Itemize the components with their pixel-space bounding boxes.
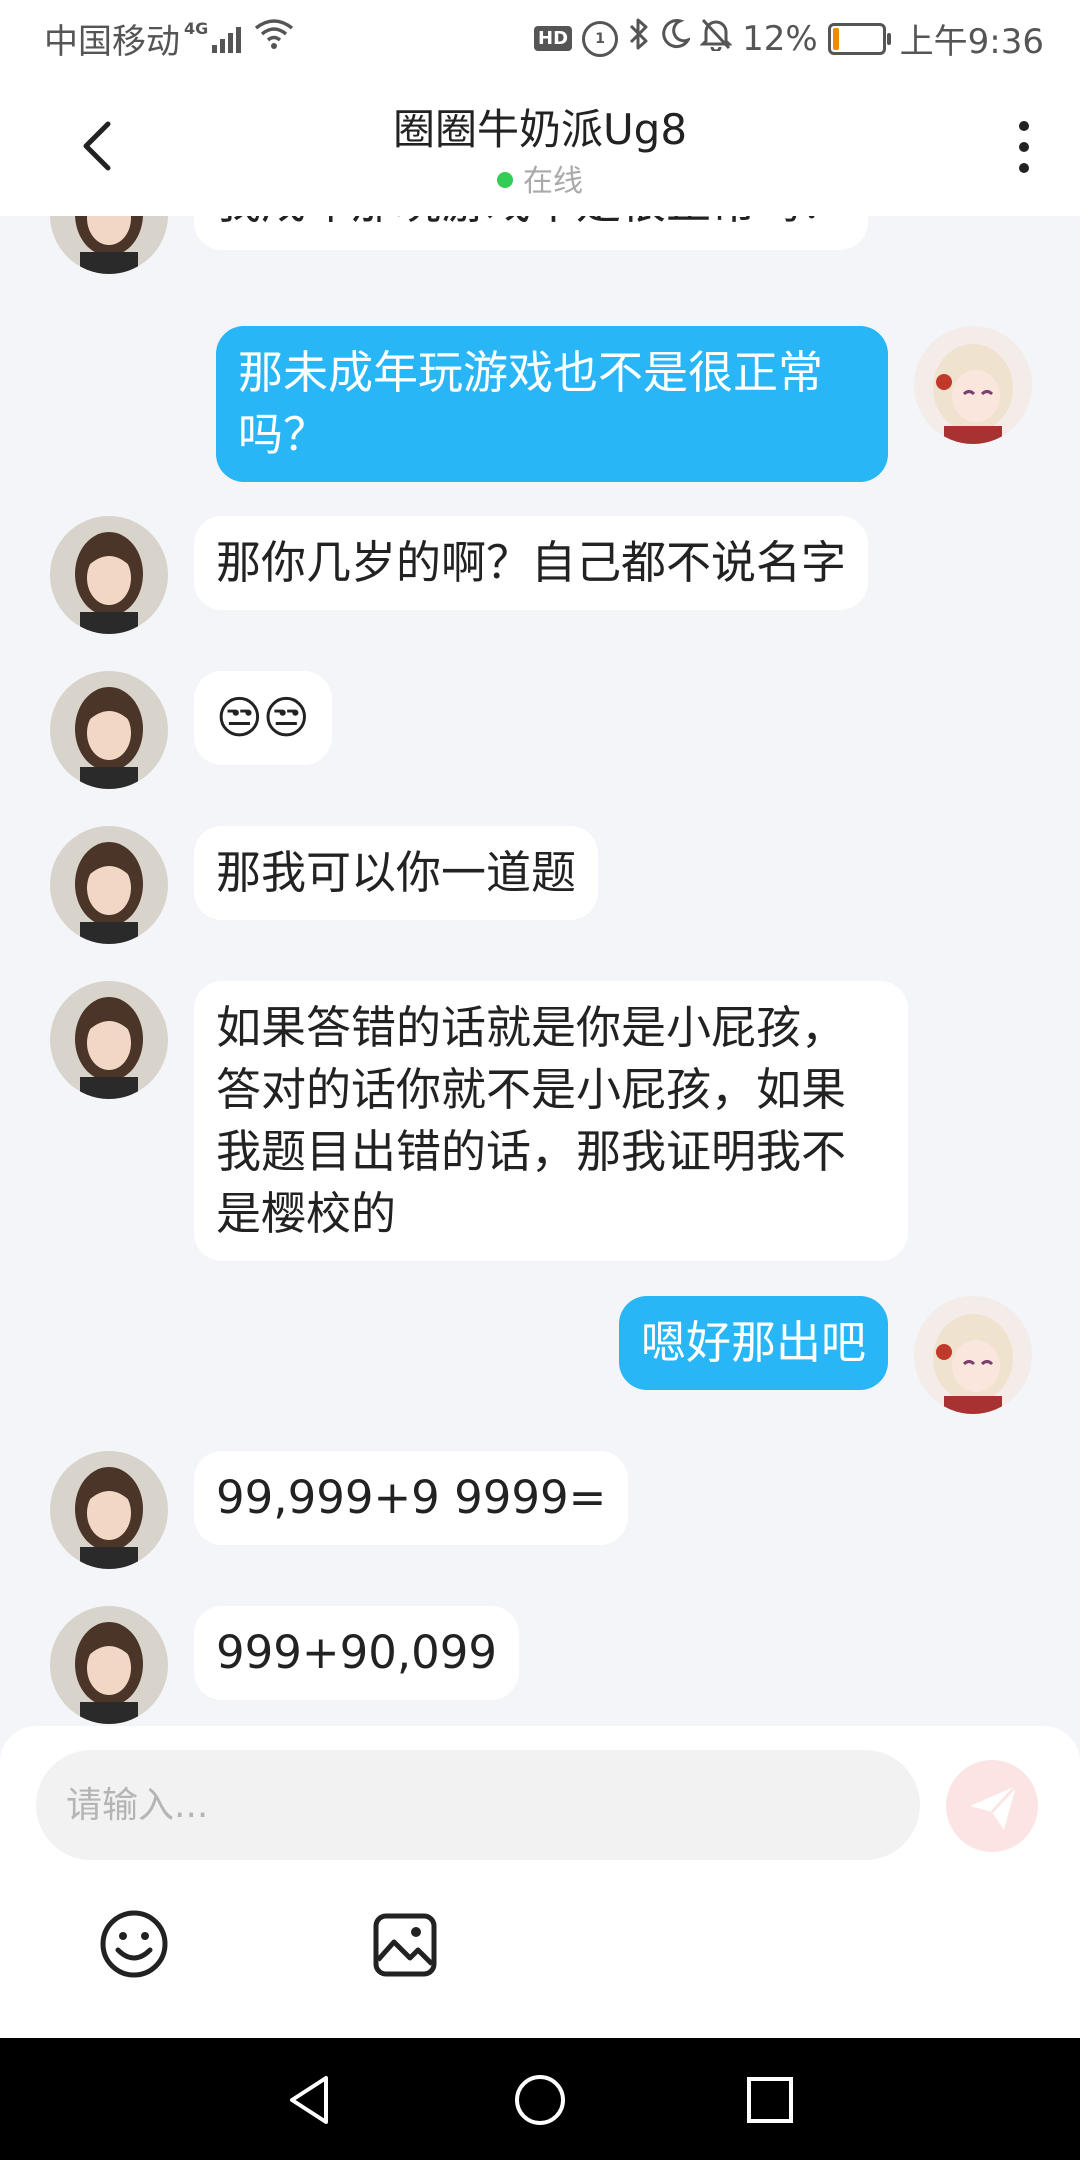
message-line: 吗？: [238, 408, 329, 461]
contact-avatar-image: [50, 1606, 168, 1724]
volte-icon: 1: [582, 20, 619, 57]
image-icon: [373, 1913, 437, 1977]
status-right: HD 1 12% 上午9:36: [534, 14, 1044, 63]
composer: [0, 1726, 1080, 2038]
message-bubble[interactable]: 那我可以你一道题: [194, 826, 599, 920]
battery-percent: 12%: [742, 18, 818, 59]
chat-header: 圈圈牛奶派Ug8 在线: [0, 72, 1080, 216]
moon-icon: [660, 18, 692, 59]
contact-avatar[interactable]: [50, 216, 168, 274]
square-recents-icon: [747, 2077, 793, 2123]
more-options-button[interactable]: [1012, 116, 1036, 176]
contact-avatar-image: [50, 216, 168, 274]
my-avatar[interactable]: [914, 1296, 1032, 1414]
message-bubble[interactable]: 那你几岁的啊？自己都不说名字: [194, 516, 869, 610]
contact-avatar[interactable]: [50, 826, 168, 944]
contact-avatar-image: [50, 981, 168, 1099]
nav-back-button[interactable]: [282, 2072, 338, 2128]
nav-home-button[interactable]: [512, 2072, 568, 2128]
send-button[interactable]: [946, 1760, 1038, 1852]
contact-avatar-image: [50, 826, 168, 944]
message-line: 我题目出错的话，那我证明我不: [216, 1125, 847, 1178]
battery-icon: [827, 22, 891, 55]
online-dot-icon: [497, 172, 513, 188]
message-bubble[interactable]: 那未成年玩游戏也不是很正常 吗？: [216, 326, 888, 482]
contact-avatar[interactable]: [50, 1451, 168, 1569]
contact-avatar[interactable]: [50, 671, 168, 789]
wifi-icon: [254, 18, 294, 59]
message-bubble[interactable]: 😒😒: [194, 671, 332, 765]
my-avatar-image: [914, 1296, 1032, 1414]
system-nav-bar: [0, 2038, 1080, 2160]
message-bubble[interactable]: 如果答错的话就是你是小屁孩， 答对的话你就不是小屁孩，如果 我题目出错的话，那我…: [194, 981, 908, 1261]
network-type-label: 4G: [184, 19, 209, 38]
paper-plane-icon: [970, 1784, 1018, 1830]
carrier-label: 中国移动: [44, 22, 180, 62]
circle-home-icon: [515, 2075, 565, 2125]
battery-fill: [832, 27, 839, 50]
signal-icon: [212, 25, 244, 53]
smiley-icon: [100, 1910, 168, 1978]
message-list[interactable]: 我成年那玩游戏不是很正常吗？ 那未成年玩游戏也不是很正常 吗？: [0, 216, 1080, 1726]
message-line: 是樱校的: [216, 1187, 397, 1240]
contact-avatar-image: [50, 671, 168, 789]
image-button[interactable]: [372, 1912, 438, 1978]
contact-avatar[interactable]: [50, 981, 168, 1099]
emoji-button[interactable]: [98, 1908, 170, 1980]
mute-bell-icon: [699, 17, 733, 60]
nav-recents-button[interactable]: [742, 2072, 798, 2128]
message-bubble[interactable]: 99,999+9 9999=: [194, 1451, 629, 1545]
status-bar: 中国移动 4G HD 1 12% 上午9:36: [0, 0, 1080, 72]
online-status-label: 在线: [523, 164, 583, 199]
online-status: 在线: [0, 156, 1080, 200]
message-line: 如果答错的话就是你是小屁孩，: [216, 1001, 847, 1054]
contact-avatar-image: [50, 516, 168, 634]
message-bubble[interactable]: 我成年那玩游戏不是很正常吗？: [194, 216, 869, 250]
status-left: 中国移动 4G: [44, 14, 294, 63]
hd-icon: HD: [534, 26, 573, 51]
my-avatar[interactable]: [914, 326, 1032, 444]
clock: 上午9:36: [899, 22, 1044, 62]
message-input[interactable]: [36, 1750, 920, 1860]
message-bubble[interactable]: 嗯好那出吧: [618, 1296, 888, 1390]
contact-name: 圈圈牛奶派Ug8: [392, 105, 688, 154]
message-line: 那未成年玩游戏也不是很正常: [238, 346, 824, 399]
contact-avatar[interactable]: [50, 516, 168, 634]
contact-avatar[interactable]: [50, 1606, 168, 1724]
contact-avatar-image: [50, 1451, 168, 1569]
message-line: 答对的话你就不是小屁孩，如果: [216, 1063, 847, 1116]
bluetooth-icon: [628, 17, 650, 60]
my-avatar-image: [914, 326, 1032, 444]
message-bubble[interactable]: 999+90,099: [194, 1606, 520, 1700]
triangle-back-icon: [290, 2076, 328, 2124]
more-vertical-icon: [1012, 121, 1036, 173]
chat-screen: 中国移动 4G HD 1 12% 上午9:36 圈圈牛奶派Ug8 在线 那未成年…: [0, 0, 1080, 2160]
